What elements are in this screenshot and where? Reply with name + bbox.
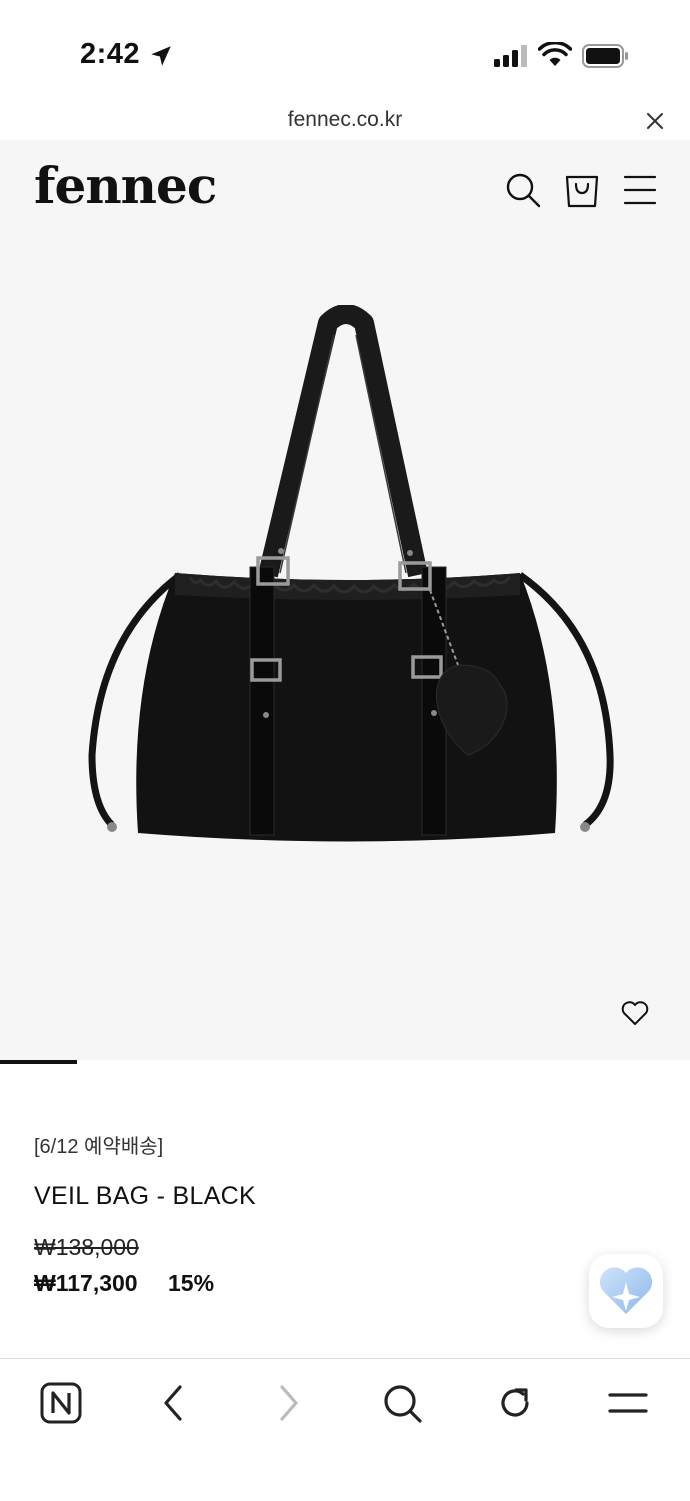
site-logo[interactable]: fennec [34, 156, 217, 215]
menu-icon[interactable] [606, 1381, 650, 1425]
sparkle-heart-icon [599, 1267, 653, 1314]
search-icon[interactable] [505, 172, 541, 208]
shopping-bag-icon[interactable] [564, 172, 600, 208]
cellular-signal-icon [494, 45, 527, 67]
heart-wishlist-icon[interactable] [621, 1000, 649, 1026]
slider-progress [0, 1060, 77, 1064]
browser-bottom-bar [0, 1358, 690, 1501]
forward-icon[interactable] [266, 1381, 310, 1425]
wifi-icon [538, 42, 572, 66]
battery-icon [582, 44, 628, 68]
menu-icon[interactable] [622, 172, 658, 208]
url-bar[interactable]: fennec.co.kr [0, 100, 690, 140]
refresh-icon[interactable] [493, 1381, 537, 1425]
site-header: fennec [0, 140, 690, 235]
status-bar: 2:42 [0, 0, 690, 100]
image-slider-indicator [0, 1060, 690, 1066]
black-tote-bag-image [88, 305, 614, 842]
location-arrow-icon [151, 46, 171, 66]
back-icon[interactable] [152, 1381, 196, 1425]
status-time: 2:42 [80, 38, 141, 70]
floating-heart-button[interactable] [589, 1254, 663, 1328]
naver-home-icon[interactable] [39, 1381, 83, 1425]
original-price: ₩138,000 [34, 1234, 139, 1260]
discount-rate: 15% [168, 1270, 215, 1296]
preorder-tag: [6/12 예약배송] [34, 1136, 164, 1158]
product-name: VEIL BAG - BLACK [34, 1182, 257, 1210]
product-image[interactable] [0, 235, 690, 1060]
url-text[interactable]: fennec.co.kr [0, 108, 690, 132]
sale-price: ₩117,300 [34, 1270, 138, 1296]
search-icon[interactable] [380, 1381, 424, 1425]
close-icon[interactable] [644, 110, 666, 132]
